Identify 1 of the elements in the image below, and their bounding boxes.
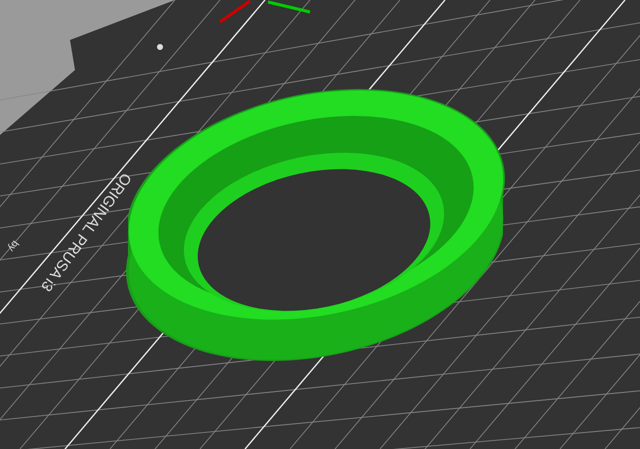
bed-sublabel: by (5, 238, 20, 254)
